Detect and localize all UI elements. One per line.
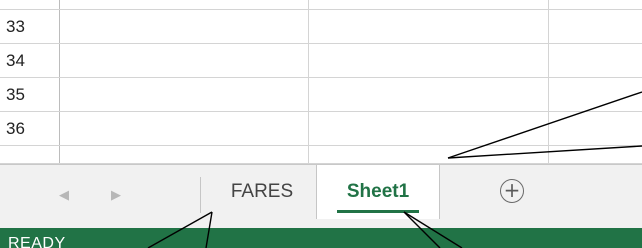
grid-row[interactable]: 34 [0,44,642,78]
row-header[interactable]: 36 [0,112,60,145]
grid-row[interactable]: 33 [0,10,642,44]
status-bar: READY [0,228,642,248]
tab-separator [200,177,201,213]
row-header-partial [0,0,60,9]
row-header[interactable]: 33 [0,10,60,43]
chevron-left-icon[interactable]: ◀ [54,183,74,207]
tab-fares[interactable]: FARES [210,165,314,219]
spreadsheet-window: 33 34 35 36 ◀ ▶ FARES Sheet1 + READY [0,0,642,248]
grid-row[interactable]: 35 [0,78,642,112]
chevron-right-icon[interactable]: ▶ [106,183,126,207]
row-header[interactable]: 34 [0,44,60,77]
worksheet-grid[interactable]: 33 34 35 36 [0,0,642,164]
plus-circle-icon[interactable]: + [500,179,524,203]
active-tab-indicator [337,210,419,213]
status-text: READY [8,235,66,248]
tab-sheet1[interactable]: Sheet1 [316,165,440,219]
tab-label: FARES [230,181,294,202]
row-header[interactable]: 35 [0,78,60,111]
column-divider [548,0,549,164]
grid-row-partial [0,146,642,164]
tab-label: Sheet1 [346,181,410,202]
row-header-partial [0,146,60,163]
column-divider [308,0,309,164]
sheet-tab-bar: ◀ ▶ FARES Sheet1 + [0,164,642,228]
grid-row[interactable]: 36 [0,112,642,146]
partial-row [0,0,642,10]
